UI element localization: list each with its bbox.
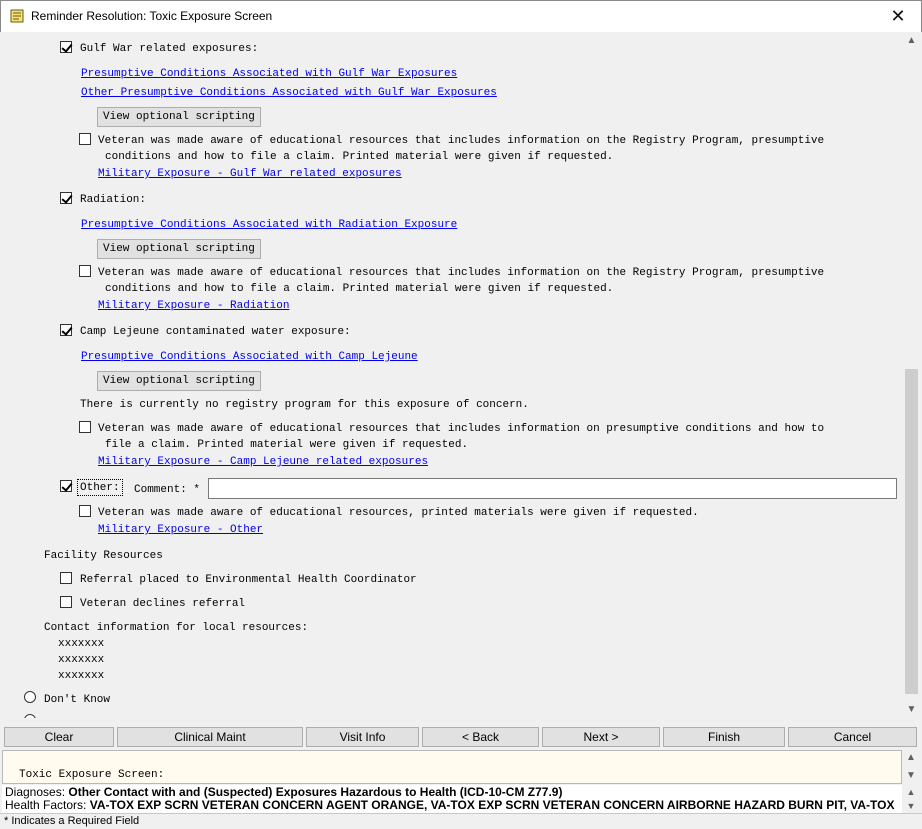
note-preview-pane: Toxic Exposure Screen: [2, 750, 902, 784]
other-aware-text: Veteran was made aware of educational re… [98, 507, 699, 519]
reminder-app-icon [10, 9, 24, 23]
window-title: Reminder Resolution: Toxic Exposure Scre… [31, 9, 273, 23]
contact-line: xxxxxxx [58, 654, 105, 666]
note-preview-scrollbar[interactable]: ▲ ▼ [902, 750, 920, 784]
required-field-note: * Indicates a Required Field [0, 813, 922, 829]
radiation-view-scripting-button[interactable]: View optional scripting [97, 239, 261, 259]
gulf-war-aware-text: Veteran was made aware of educational re… [98, 135, 825, 147]
referral-placed-label: Referral placed to Environmental Health … [80, 574, 417, 586]
facility-resources-heading: Facility Resources [44, 550, 163, 562]
reminder-dialog-content: Gulf War related exposures: Presumptive … [1, 32, 903, 718]
content-scrollbar[interactable]: ▲ ▼ [903, 32, 920, 718]
gulf-war-view-scripting-button[interactable]: View optional scripting [97, 107, 261, 127]
diagnoses-row: Diagnoses: Other Contact with and (Suspe… [5, 785, 562, 799]
radiation-military-exposure-link[interactable]: Military Exposure - Radiation [98, 299, 289, 313]
gulf-war-presumptive-link[interactable]: Presumptive Conditions Associated with G… [81, 67, 457, 81]
contact-line: xxxxxxx [58, 638, 105, 650]
camp-lejeune-presumptive-link[interactable]: Presumptive Conditions Associated with C… [81, 350, 418, 364]
camp-lejeune-view-scripting-button[interactable]: View optional scripting [97, 371, 261, 391]
gulf-war-aware-text-2: conditions and how to file a claim. Prin… [105, 151, 614, 163]
next-radio-partial[interactable] [24, 714, 36, 718]
other-comment-input[interactable] [208, 478, 897, 499]
radiation-checkbox[interactable] [60, 192, 72, 204]
radiation-aware-text: Veteran was made aware of educational re… [98, 267, 825, 279]
gulf-war-label: Gulf War related exposures: [80, 43, 259, 55]
scroll-down-icon[interactable]: ▼ [902, 768, 920, 784]
health-factors-label: Health Factors: [5, 798, 87, 812]
referral-placed-checkbox[interactable] [60, 572, 72, 584]
radiation-label: Radiation: [80, 194, 147, 206]
referral-declined-label: Veteran declines referral [80, 598, 246, 610]
gulf-war-military-exposure-link[interactable]: Military Exposure - Gulf War related exp… [98, 167, 402, 181]
scroll-up-icon[interactable]: ▲ [902, 750, 920, 766]
scrollbar-thumb[interactable] [905, 369, 918, 694]
encounter-summary-scrollbar[interactable]: ▲ ▼ [902, 785, 920, 813]
radiation-aware-checkbox[interactable] [79, 265, 91, 277]
radiation-presumptive-link[interactable]: Presumptive Conditions Associated with R… [81, 218, 457, 232]
gulf-war-other-presumptive-link[interactable]: Other Presumptive Conditions Associated … [81, 86, 497, 100]
gulf-war-checkbox[interactable] [60, 41, 72, 53]
camp-lejeune-aware-text: Veteran was made aware of educational re… [98, 423, 825, 435]
camp-lejeune-label: Camp Lejeune contaminated water exposure… [80, 326, 351, 338]
visit-info-button[interactable]: Visit Info [306, 727, 419, 747]
camp-lejeune-aware-text-2: file a claim. Printed material were give… [105, 439, 469, 451]
encounter-summary: Diagnoses: Other Contact with and (Suspe… [2, 785, 902, 813]
title-bar: Reminder Resolution: Toxic Exposure Scre… [0, 0, 922, 32]
diagnoses-value: Other Contact with and (Suspected) Expos… [68, 785, 563, 799]
dont-know-label: Don't Know [44, 694, 111, 706]
clear-button[interactable]: Clear [4, 727, 114, 747]
camp-lejeune-checkbox[interactable] [60, 324, 72, 336]
close-icon[interactable]: ✕ [875, 1, 921, 32]
other-military-exposure-link[interactable]: Military Exposure - Other [98, 523, 263, 537]
contact-info-heading: Contact information for local resources: [44, 622, 309, 634]
scroll-up-icon[interactable]: ▲ [902, 785, 920, 799]
health-factors-row: Health Factors: VA-TOX EXP SCRN VETERAN … [5, 798, 894, 812]
referral-declined-checkbox[interactable] [60, 596, 72, 608]
other-checkbox[interactable] [60, 480, 72, 492]
other-comment-label: Comment: * [134, 484, 201, 496]
camp-lejeune-registry-note: There is currently no registry program f… [80, 399, 529, 411]
diagnoses-label: Diagnoses: [5, 785, 66, 799]
finish-button[interactable]: Finish [663, 727, 785, 747]
camp-lejeune-aware-checkbox[interactable] [79, 421, 91, 433]
scroll-up-icon[interactable]: ▲ [903, 32, 920, 49]
contact-line: xxxxxxx [58, 670, 105, 682]
radiation-aware-text-2: conditions and how to file a claim. Prin… [105, 283, 614, 295]
camp-lejeune-military-exposure-link[interactable]: Military Exposure - Camp Lejeune related… [98, 455, 428, 469]
scroll-down-icon[interactable]: ▼ [902, 799, 920, 813]
other-aware-checkbox[interactable] [79, 505, 91, 517]
cancel-button[interactable]: Cancel [788, 727, 917, 747]
back-button[interactable]: < Back [422, 727, 539, 747]
next-button[interactable]: Next > [542, 727, 660, 747]
button-bar: Clear Clinical Maint Visit Info < Back N… [0, 723, 922, 751]
scroll-down-icon[interactable]: ▼ [903, 701, 920, 718]
gulf-war-aware-checkbox[interactable] [79, 133, 91, 145]
health-factors-value: VA-TOX EXP SCRN VETERAN CONCERN AGENT OR… [89, 798, 895, 812]
note-preview-text: Toxic Exposure Screen: [19, 769, 165, 781]
dont-know-radio[interactable] [24, 691, 36, 703]
clinical-maint-button[interactable]: Clinical Maint [117, 727, 303, 747]
other-label: Other: [80, 482, 120, 494]
